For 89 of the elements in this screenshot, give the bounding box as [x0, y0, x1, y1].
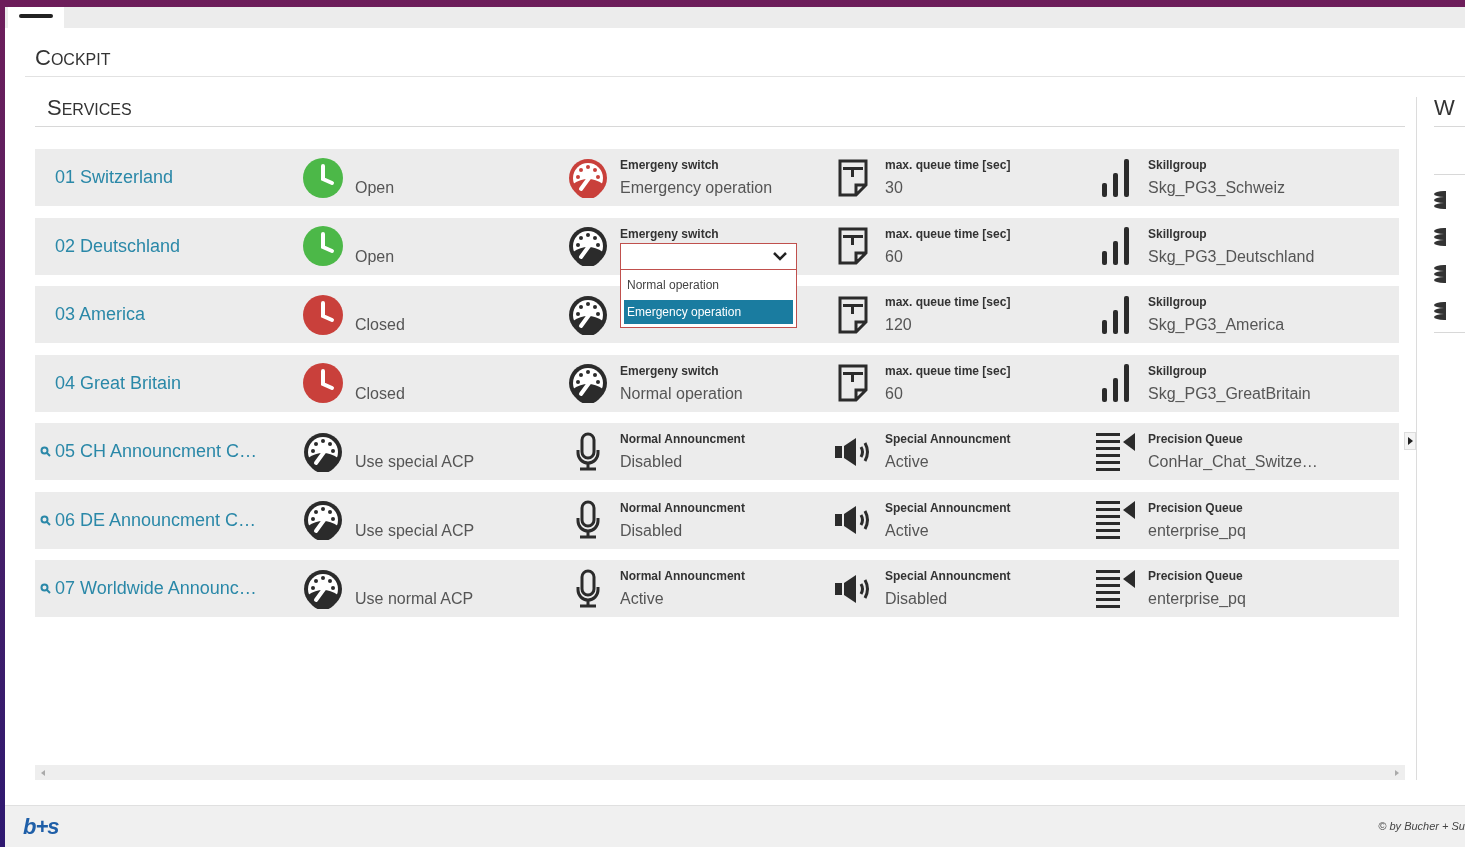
service-link[interactable]: 06 DE Announcment C… — [55, 506, 257, 534]
queue-icon — [1094, 499, 1137, 541]
select-field[interactable] — [620, 242, 797, 270]
speaker-icon — [833, 572, 872, 605]
database-icon — [1434, 191, 1446, 209]
caret-right-icon — [1395, 769, 1399, 776]
field-value: Disabled — [885, 589, 949, 609]
service-link[interactable]: 04 Great Britain — [55, 369, 182, 397]
field-value: enterprise_pq — [1148, 589, 1246, 609]
field-value: Active — [885, 452, 930, 472]
database-icon — [1434, 228, 1446, 246]
field-value: ConHar_Chat_Switze… — [1148, 452, 1318, 472]
signal-bars-icon — [1099, 362, 1132, 404]
document-icon — [836, 158, 869, 197]
field-label: Skillgroup — [1148, 294, 1208, 310]
field-label: Skillgroup — [1148, 225, 1208, 242]
caret-left-icon — [41, 769, 45, 776]
field-value: Skg_PG3_GreatBritain — [1148, 383, 1311, 404]
field-label: Precision Queue — [1148, 568, 1244, 584]
microphone-icon — [574, 431, 601, 472]
field-value: 30 — [885, 178, 904, 198]
speaker-icon — [833, 435, 872, 468]
field-label: max. queue time [sec] — [885, 294, 1011, 310]
scroll-right-button[interactable] — [1404, 432, 1416, 450]
queue-icon — [1094, 430, 1137, 473]
document-icon — [836, 227, 869, 265]
field-value: 60 — [885, 383, 904, 404]
field-label: Emergeny switch — [620, 157, 720, 173]
panel-title: W — [1434, 94, 1455, 122]
signal-bars-icon — [1099, 156, 1132, 199]
field-value: Active — [885, 520, 930, 541]
caret-right-icon — [1407, 437, 1413, 445]
field-label: Emergeny switch — [620, 225, 719, 242]
queue-icon — [1094, 567, 1137, 610]
field-label: Precision Queue — [1148, 431, 1244, 447]
service-link[interactable]: 01 Switzerland — [55, 164, 174, 191]
field-value: Closed — [355, 383, 405, 404]
page-title: COCKPIT — [35, 44, 111, 72]
speaker-icon — [833, 504, 872, 536]
field-value: Disabled — [620, 452, 684, 472]
microphone-icon — [574, 500, 601, 540]
logo: b+s — [23, 813, 59, 841]
field-label: Special Announcment — [885, 431, 1011, 447]
field-value: Active — [620, 589, 665, 609]
field-label: Special Announcment — [885, 499, 1011, 516]
field-label: Precision Queue — [1148, 499, 1244, 516]
field-value: Skg_PG3_Deutschland — [1148, 246, 1315, 267]
field-value: Use special ACP — [355, 520, 475, 541]
field-value: Emergency operation — [620, 178, 773, 198]
field-label: Normal Announcment — [620, 431, 745, 447]
copyright-text: © by Bucher + Su — [1378, 819, 1465, 835]
signal-bars-icon — [1099, 293, 1132, 336]
section-title: SERVICES — [47, 94, 132, 122]
field-value: Disabled — [620, 520, 684, 541]
database-icon — [1434, 302, 1446, 320]
field-value: Skg_PG3_America — [1148, 315, 1285, 335]
chevron-down-icon — [772, 251, 788, 261]
service-link[interactable]: 02 Deutschland — [55, 232, 181, 260]
microphone-icon — [574, 568, 601, 609]
field-label: Emergeny switch — [620, 362, 720, 379]
field-value: Open — [355, 246, 395, 267]
field-label: max. queue time [sec] — [885, 362, 1011, 379]
service-link[interactable]: 03 America — [55, 301, 146, 328]
document-icon — [836, 295, 869, 334]
dropdown-option[interactable]: Emergency operation — [624, 299, 793, 324]
field-value: Closed — [355, 315, 405, 335]
horizontal-scrollbar[interactable] — [35, 765, 1405, 780]
service-link[interactable]: 05 CH Announcment C… — [55, 438, 258, 465]
service-link[interactable]: 07 Worldwide Announc… — [55, 575, 257, 602]
field-label: max. queue time [sec] — [885, 157, 1011, 173]
field-value: Use normal ACP — [355, 589, 474, 609]
field-label: Skillgroup — [1148, 362, 1208, 379]
tab[interactable] — [8, 7, 64, 28]
field-label: Normal Announcment — [620, 499, 745, 516]
document-icon — [836, 364, 869, 402]
field-label: Normal Announcment — [620, 568, 745, 584]
minus-icon — [19, 14, 53, 18]
field-value: enterprise_pq — [1148, 520, 1246, 541]
signal-bars-icon — [1099, 225, 1132, 267]
database-icon — [1434, 265, 1446, 283]
field-label: max. queue time [sec] — [885, 225, 1011, 242]
field-value: Use special ACP — [355, 452, 475, 472]
field-value: 120 — [885, 315, 913, 335]
field-value: 60 — [885, 246, 904, 267]
field-value: Skg_PG3_Schweiz — [1148, 178, 1285, 198]
field-label: Skillgroup — [1148, 157, 1208, 173]
field-value: Normal operation — [620, 383, 743, 404]
field-value: Open — [355, 178, 395, 198]
field-label: Special Announcment — [885, 568, 1011, 584]
